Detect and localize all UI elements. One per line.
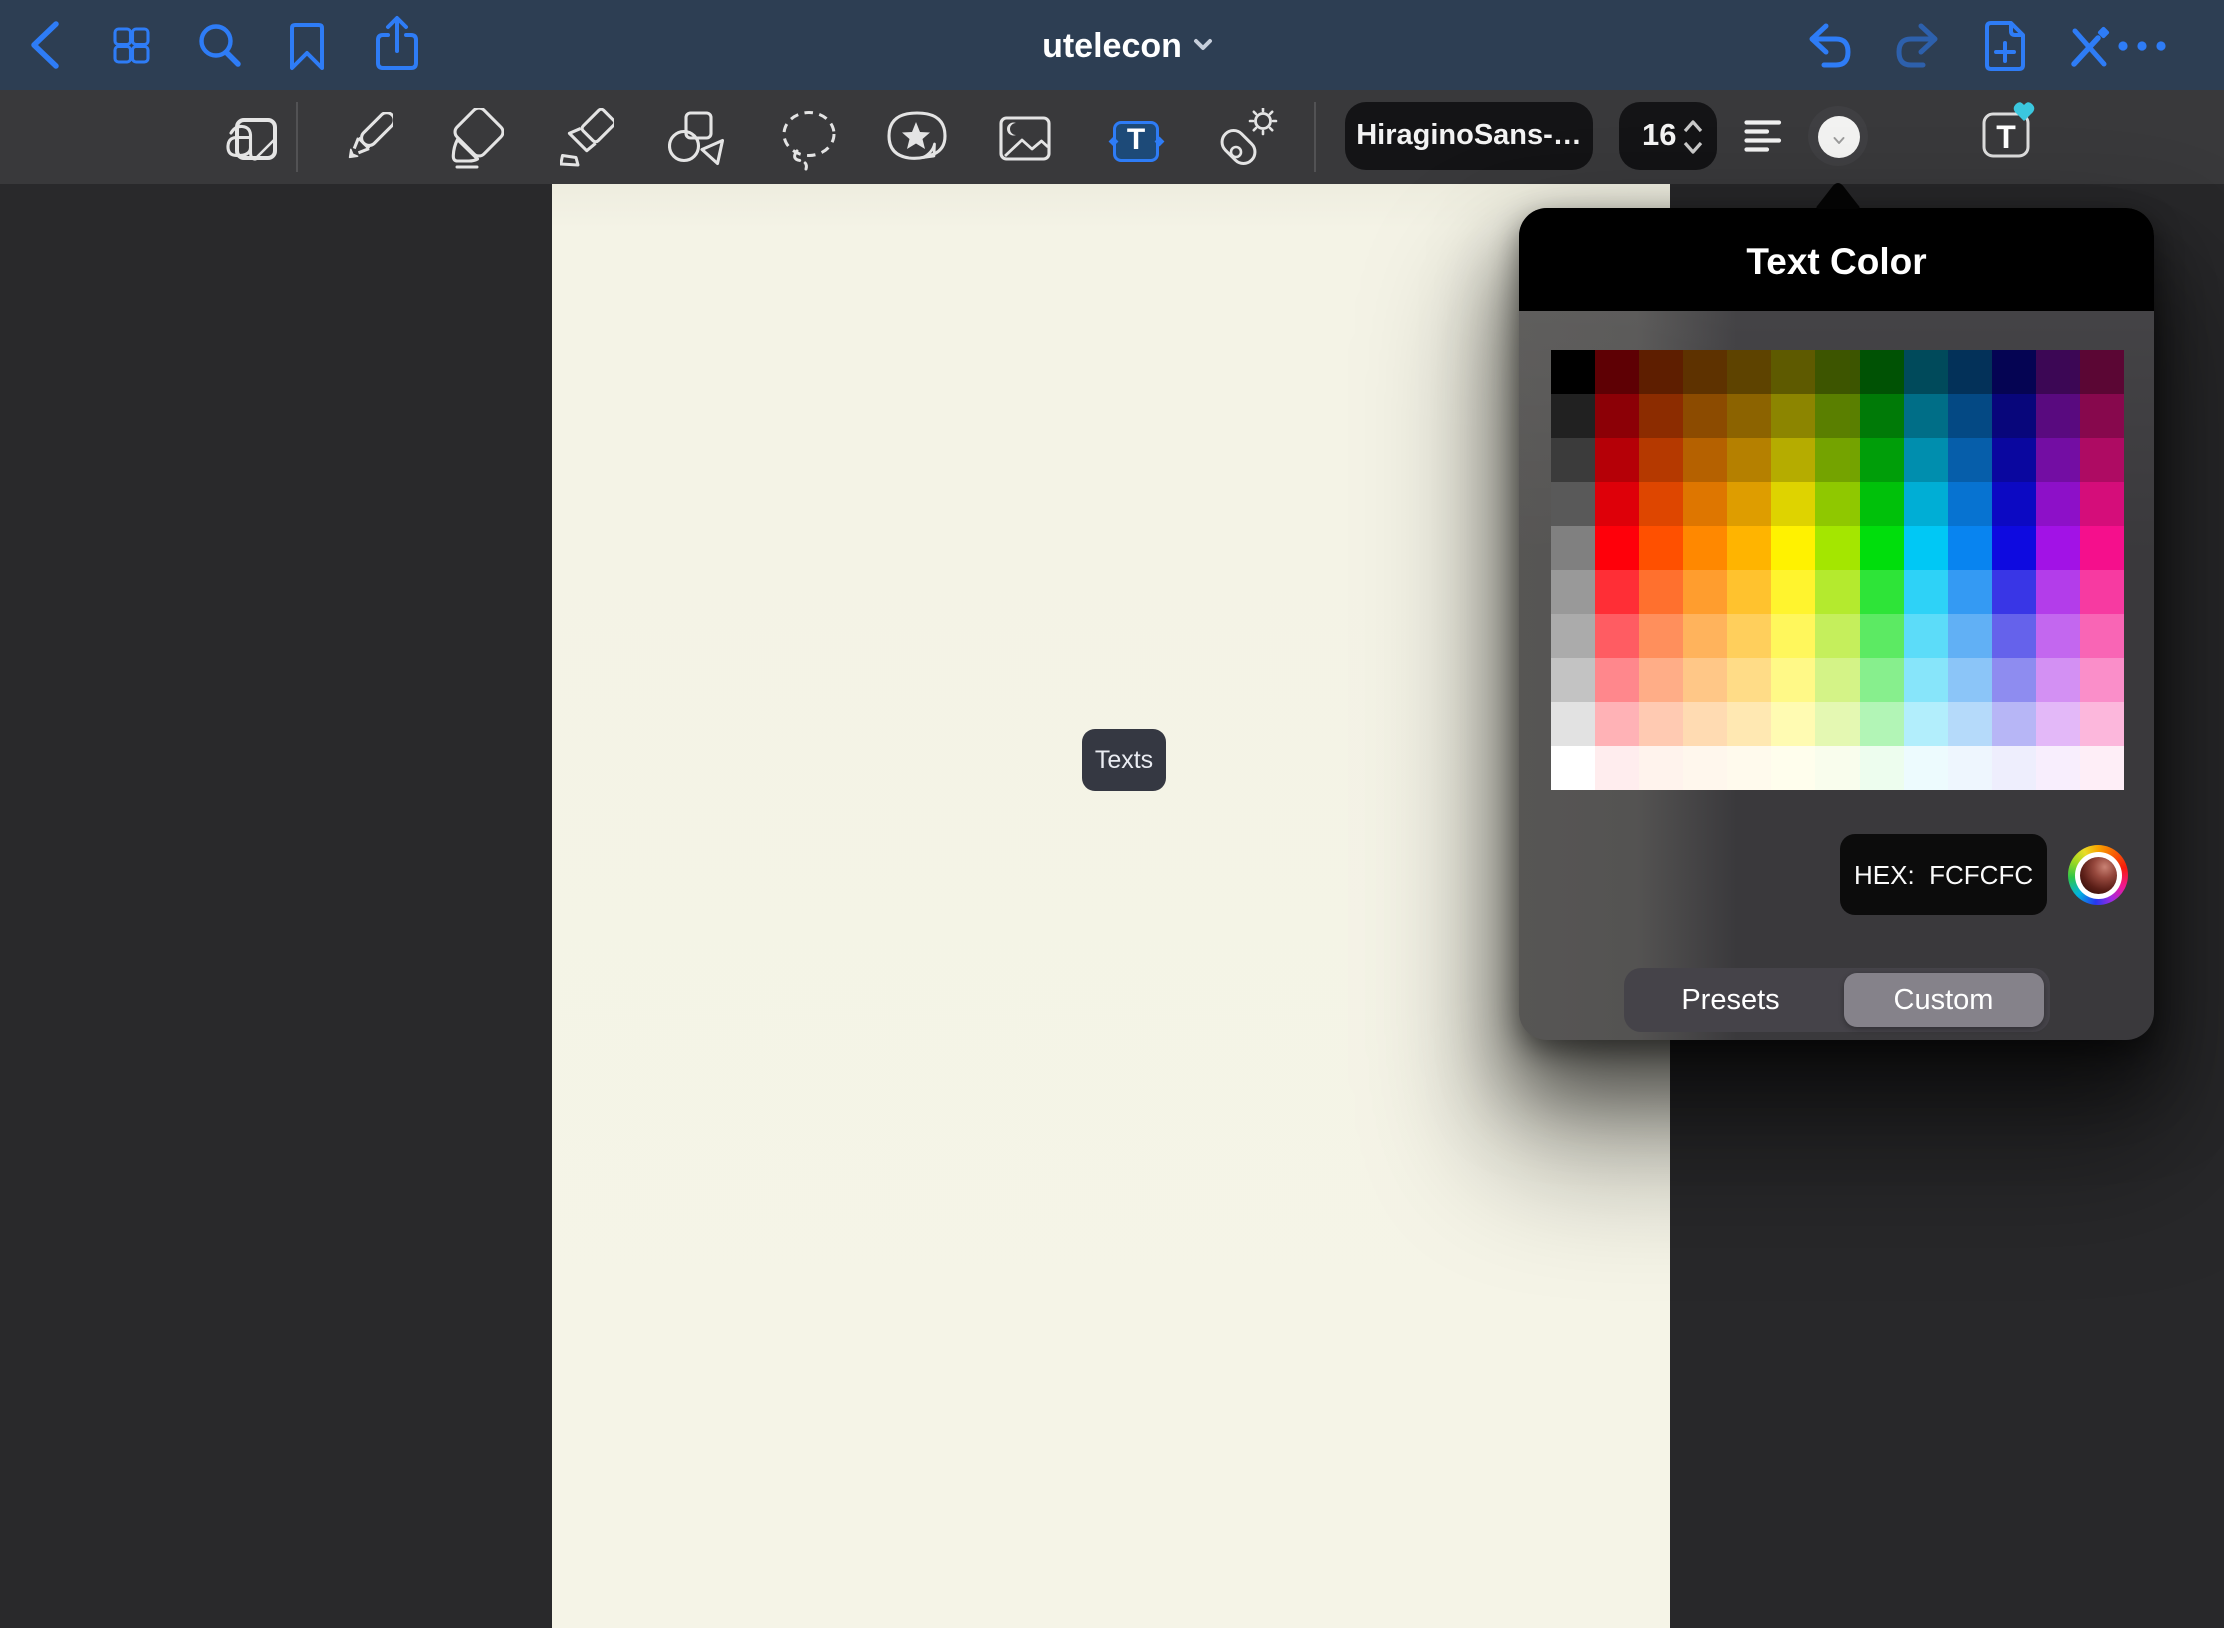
svg-text:T: T (1996, 119, 2016, 155)
